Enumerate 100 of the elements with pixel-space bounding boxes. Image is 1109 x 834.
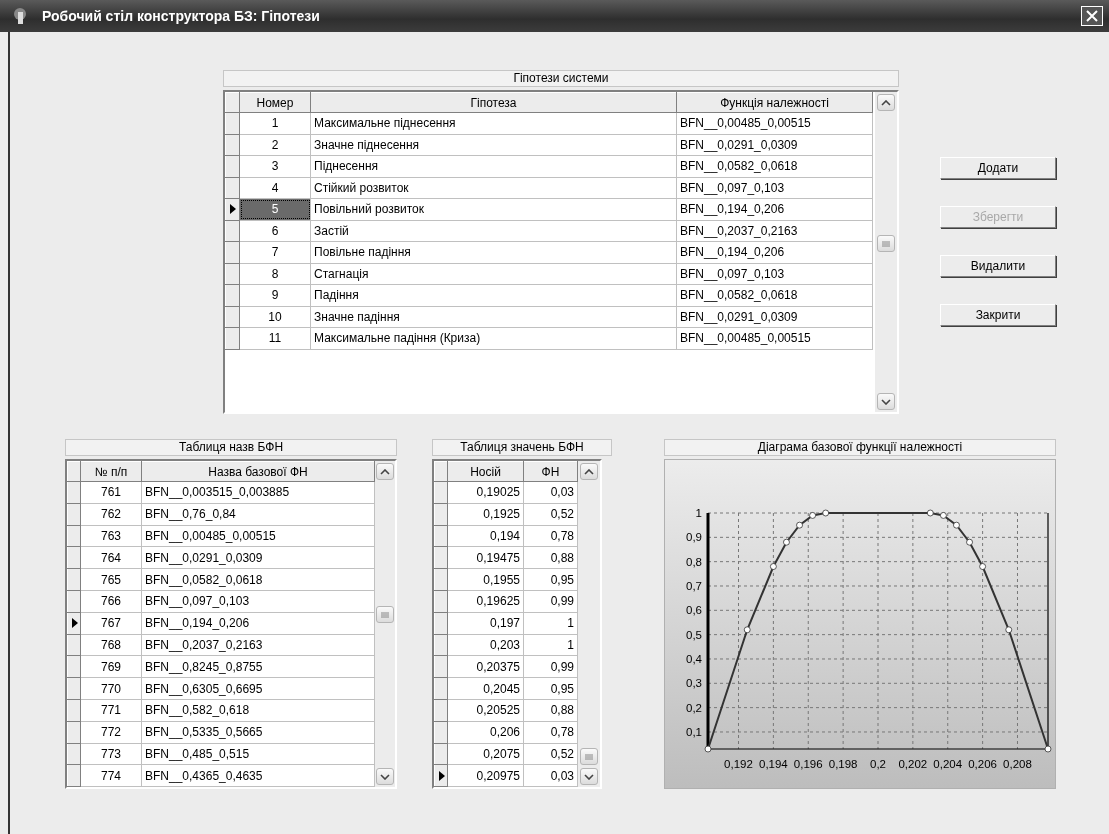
chart-title: Діаграма базової функції належності xyxy=(664,439,1056,456)
y-tick-label: 0,2 xyxy=(686,701,702,714)
table-cell: BFN__0,0291_0,0309 xyxy=(676,134,873,156)
table-cell: 771 xyxy=(80,699,142,722)
table-cell: BFN__0,8245_0,8755 xyxy=(141,655,375,678)
table-cell: 0,52 xyxy=(523,743,578,765)
scroll-down-button[interactable] xyxy=(580,768,598,785)
close-button[interactable] xyxy=(1081,6,1103,26)
table-cell: BFN__0,485_0,515 xyxy=(141,743,375,765)
table-cell: 6 xyxy=(239,220,311,242)
table-cell: 0,194 xyxy=(447,525,524,547)
scroll-down-icon xyxy=(584,773,594,780)
window-title: Робочий стіл конструктора БЗ: Гіпотези xyxy=(42,6,320,26)
table-cell: 0,19025 xyxy=(447,481,524,504)
row-header[interactable] xyxy=(225,198,240,220)
table-cell: 0,2075 xyxy=(447,743,524,765)
table-cell: BFN__0,194_0,206 xyxy=(676,241,873,263)
row-header[interactable] xyxy=(67,612,81,635)
table-cell: BFN__0,6305_0,6695 xyxy=(141,677,375,700)
table-cell: BFN__0,00485_0,00515 xyxy=(141,525,375,547)
table-cell: Повільний розвиток xyxy=(310,198,677,220)
table-cell: 10 xyxy=(239,306,311,328)
table-cell: Значне піднесення xyxy=(310,134,677,156)
table-cell: BFN__0,00485_0,00515 xyxy=(676,327,873,349)
table-cell: BFN__0,194_0,206 xyxy=(141,612,375,635)
grip-icon xyxy=(882,240,890,247)
column-header[interactable]: Назва базової ФН xyxy=(141,461,375,482)
column-header[interactable]: Функція належності xyxy=(676,92,873,113)
table-cell: Застій xyxy=(310,220,677,242)
y-tick-label: 0,9 xyxy=(686,531,702,544)
data-point xyxy=(822,509,830,517)
x-tick-label: 0,202 xyxy=(898,758,928,770)
table-cell: Піднесення xyxy=(310,155,677,177)
table-cell: 0,20375 xyxy=(447,655,524,678)
table-cell: 11 xyxy=(239,327,311,349)
table-caption: Таблиця назв БФН xyxy=(65,439,397,456)
data-point xyxy=(953,521,960,529)
row-pointer-icon xyxy=(437,770,445,781)
row-header[interactable] xyxy=(434,764,448,787)
scroll-up-icon xyxy=(881,99,891,106)
table-cell: 0,99 xyxy=(523,655,578,678)
column-header[interactable]: Носій xyxy=(447,461,524,482)
scroll-down-button[interactable] xyxy=(877,393,895,410)
table-cell: BFN__0,097_0,103 xyxy=(141,590,375,613)
table-cell: BFN__0,003515_0,003885 xyxy=(141,481,375,504)
x-tick-label: 0,2 xyxy=(870,758,886,770)
data-point xyxy=(926,509,934,517)
table-cell: 0,1925 xyxy=(447,503,524,526)
table-cell: 0,78 xyxy=(523,721,578,744)
scroll-up-icon xyxy=(380,468,390,475)
table-cell: BFN__0,4365_0,4635 xyxy=(141,764,375,787)
dialog-button[interactable]: Додати xyxy=(940,157,1056,179)
table-cell: BFN__0,097_0,103 xyxy=(676,177,873,199)
scroll-down-button[interactable] xyxy=(376,768,394,785)
x-tick-label: 0,198 xyxy=(828,758,858,770)
scroll-thumb[interactable] xyxy=(580,748,598,765)
table-cell: 7 xyxy=(239,241,311,263)
x-tick-label: 0,192 xyxy=(724,758,753,770)
scroll-down-icon xyxy=(881,398,891,405)
table-cell: 0,88 xyxy=(523,546,578,569)
table-cell: 0,95 xyxy=(523,677,578,700)
table-cell: 766 xyxy=(80,590,142,613)
table-cell: 773 xyxy=(80,743,142,765)
x-tick-label: 0,208 xyxy=(1003,758,1032,770)
scroll-up-button[interactable] xyxy=(580,463,598,480)
column-header[interactable]: № п/п xyxy=(80,461,142,482)
table-cell: 0,2045 xyxy=(447,677,524,700)
table-cell: 9 xyxy=(239,284,311,306)
row-pointer-icon xyxy=(229,204,236,215)
table-cell: Максимальне піднесення xyxy=(310,112,677,134)
data-point xyxy=(783,538,790,546)
table-cell: 0,203 xyxy=(447,634,524,656)
table-cell: 762 xyxy=(80,503,142,526)
table-cell: 767 xyxy=(80,612,142,635)
table-cell: 0,03 xyxy=(523,764,578,787)
data-point xyxy=(1005,626,1013,634)
scroll-up-button[interactable] xyxy=(376,463,394,480)
scroll-thumb[interactable] xyxy=(376,606,394,623)
scroll-up-button[interactable] xyxy=(877,94,895,111)
column-header[interactable]: Гіпотеза xyxy=(310,92,677,113)
table-cell: 0,78 xyxy=(523,525,578,547)
table-cell: BFN__0,5335_0,5665 xyxy=(141,721,375,744)
column-header[interactable]: Номер xyxy=(239,92,311,113)
scroll-thumb[interactable] xyxy=(877,235,895,252)
y-tick-label: 0,3 xyxy=(686,677,702,690)
table-cell: 764 xyxy=(80,546,142,569)
table-cell: 0,20525 xyxy=(447,699,524,722)
dialog-button[interactable]: Видалити xyxy=(940,255,1056,277)
dialog-button[interactable]: Закрити xyxy=(940,304,1056,326)
table-cell: 0,03 xyxy=(523,481,578,504)
row-pointer-icon xyxy=(70,618,78,629)
table-cell: BFN__0,0582_0,0618 xyxy=(676,155,873,177)
x-tick-label: 0,204 xyxy=(933,758,963,770)
data-point xyxy=(979,563,986,570)
y-tick-label: 0,4 xyxy=(686,653,702,665)
column-header[interactable]: ФН xyxy=(523,461,578,482)
table-cell: BFN__0,582_0,618 xyxy=(141,699,375,722)
table-cell: 0,99 xyxy=(523,590,578,613)
y-tick-label: 1 xyxy=(695,507,702,519)
y-tick-label: 0,5 xyxy=(686,628,702,641)
